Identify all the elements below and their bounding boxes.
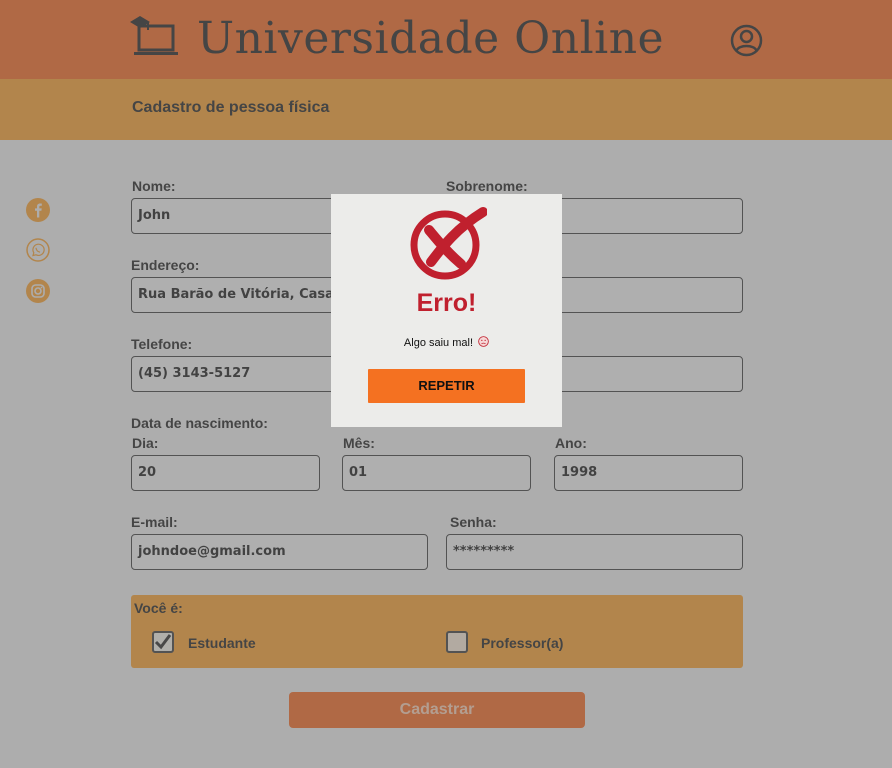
retry-button[interactable]: REPETIR — [368, 369, 525, 403]
error-x-circle-icon — [410, 207, 487, 280]
error-message: Algo saiu mal! — [331, 336, 562, 349]
error-title: Erro! — [416, 289, 477, 317]
error-message-text: Algo saiu mal! — [403, 337, 474, 349]
sad-face-icon — [478, 336, 489, 347]
error-modal: Erro! Algo saiu mal! REPETIR — [331, 194, 562, 427]
